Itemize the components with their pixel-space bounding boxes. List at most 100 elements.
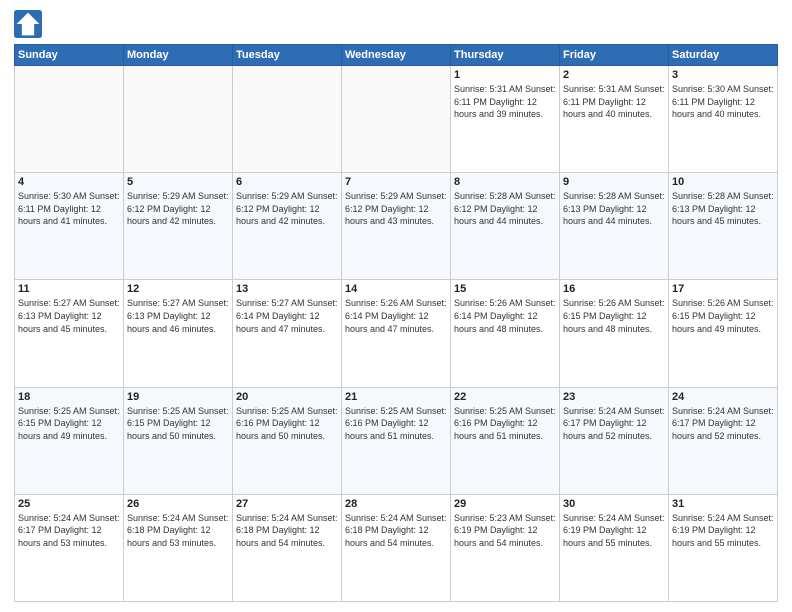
calendar-cell: 12 Sunrise: 5:27 AM Sunset: 6:13 PM Dayli… — [124, 280, 233, 387]
day-number: 18 — [18, 391, 120, 403]
calendar-cell: 11 Sunrise: 5:27 AM Sunset: 6:13 PM Dayli… — [15, 280, 124, 387]
calendar-cell: 28 Sunrise: 5:24 AM Sunset: 6:18 PM Dayli… — [342, 494, 451, 601]
day-number: 2 — [563, 69, 665, 81]
day-info: Sunrise: 5:29 AM Sunset: 6:12 PM Dayligh… — [127, 190, 229, 228]
logo-icon — [14, 10, 42, 38]
calendar-cell: 7 Sunrise: 5:29 AM Sunset: 6:12 PM Daylig… — [342, 173, 451, 280]
day-number: 30 — [563, 498, 665, 510]
calendar-cell: 27Sunrise: 5:24 AM Sunset: 6:18 PM Dayli… — [233, 494, 342, 601]
day-number: 13 — [236, 283, 338, 295]
day-number: 19 — [127, 391, 229, 403]
weekday-header-wednesday: Wednesday — [342, 45, 451, 66]
day-number: 3 — [672, 69, 774, 81]
calendar-cell: 16Sunrise: 5:26 AM Sunset: 6:15 PM Dayli… — [560, 280, 669, 387]
day-number: 14 — [345, 283, 447, 295]
day-info: Sunrise: 5:24 AM Sunset: 6:17 PM Dayligh… — [18, 512, 120, 550]
day-number: 23 — [563, 391, 665, 403]
calendar-cell: 23 Sunrise: 5:24 AM Sunset: 6:17 PM Dayli… — [560, 387, 669, 494]
calendar-cell: 18Sunrise: 5:25 AM Sunset: 6:15 PM Dayli… — [15, 387, 124, 494]
day-number: 16 — [563, 283, 665, 295]
day-info: Sunrise: 5:24 AM Sunset: 6:18 PM Dayligh… — [345, 512, 447, 550]
day-number: 20 — [236, 391, 338, 403]
calendar-cell: 13 Sunrise: 5:27 AM Sunset: 6:14 PM Dayli… — [233, 280, 342, 387]
day-info: Sunrise: 5:24 AM Sunset: 6:17 PM Dayligh… — [672, 405, 774, 443]
weekday-header-saturday: Saturday — [669, 45, 778, 66]
day-info: Sunrise: 5:28 AM Sunset: 6:13 PM Dayligh… — [672, 190, 774, 228]
calendar-cell: 4 Sunrise: 5:30 AM Sunset: 6:11 PM Daylig… — [15, 173, 124, 280]
day-info: Sunrise: 5:30 AM Sunset: 6:11 PM Dayligh… — [672, 83, 774, 121]
day-number: 29 — [454, 498, 556, 510]
day-info: Sunrise: 5:28 AM Sunset: 6:13 PM Dayligh… — [563, 190, 665, 228]
calendar-cell: 24 Sunrise: 5:24 AM Sunset: 6:17 PM Dayli… — [669, 387, 778, 494]
day-number: 31 — [672, 498, 774, 510]
weekday-header-monday: Monday — [124, 45, 233, 66]
calendar-week-row: 11 Sunrise: 5:27 AM Sunset: 6:13 PM Dayli… — [15, 280, 778, 387]
calendar-header-row: SundayMondayTuesdayWednesdayThursdayFrid… — [15, 45, 778, 66]
day-number: 21 — [345, 391, 447, 403]
calendar-week-row: 1 Sunrise: 5:31 AM Sunset: 6:11 PM Daylig… — [15, 66, 778, 173]
day-number: 6 — [236, 176, 338, 188]
day-info: Sunrise: 5:26 AM Sunset: 6:14 PM Dayligh… — [345, 297, 447, 335]
day-info: Sunrise: 5:31 AM Sunset: 6:11 PM Dayligh… — [563, 83, 665, 121]
day-info: Sunrise: 5:25 AM Sunset: 6:16 PM Dayligh… — [236, 405, 338, 443]
day-info: Sunrise: 5:30 AM Sunset: 6:11 PM Dayligh… — [18, 190, 120, 228]
calendar-cell: 14 Sunrise: 5:26 AM Sunset: 6:14 PM Dayli… — [342, 280, 451, 387]
weekday-header-friday: Friday — [560, 45, 669, 66]
day-number: 7 — [345, 176, 447, 188]
calendar-cell: 29Sunrise: 5:23 AM Sunset: 6:19 PM Dayli… — [451, 494, 560, 601]
header — [14, 10, 778, 38]
day-number: 25 — [18, 498, 120, 510]
day-number: 11 — [18, 283, 120, 295]
day-info: Sunrise: 5:27 AM Sunset: 6:13 PM Dayligh… — [18, 297, 120, 335]
calendar-cell: 9 Sunrise: 5:28 AM Sunset: 6:13 PM Daylig… — [560, 173, 669, 280]
day-number: 12 — [127, 283, 229, 295]
calendar-cell: 25 Sunrise: 5:24 AM Sunset: 6:17 PM Dayli… — [15, 494, 124, 601]
calendar-cell — [15, 66, 124, 173]
calendar-cell — [342, 66, 451, 173]
calendar-table: SundayMondayTuesdayWednesdayThursdayFrid… — [14, 44, 778, 602]
day-number: 4 — [18, 176, 120, 188]
calendar-cell: 6Sunrise: 5:29 AM Sunset: 6:12 PM Daylig… — [233, 173, 342, 280]
day-number: 9 — [563, 176, 665, 188]
day-number: 8 — [454, 176, 556, 188]
day-info: Sunrise: 5:25 AM Sunset: 6:16 PM Dayligh… — [345, 405, 447, 443]
day-number: 24 — [672, 391, 774, 403]
day-info: Sunrise: 5:24 AM Sunset: 6:17 PM Dayligh… — [563, 405, 665, 443]
calendar-cell: 2 Sunrise: 5:31 AM Sunset: 6:11 PM Daylig… — [560, 66, 669, 173]
day-info: Sunrise: 5:25 AM Sunset: 6:16 PM Dayligh… — [454, 405, 556, 443]
day-number: 5 — [127, 176, 229, 188]
day-number: 26 — [127, 498, 229, 510]
day-info: Sunrise: 5:27 AM Sunset: 6:14 PM Dayligh… — [236, 297, 338, 335]
day-info: Sunrise: 5:31 AM Sunset: 6:11 PM Dayligh… — [454, 83, 556, 121]
calendar-cell: 1 Sunrise: 5:31 AM Sunset: 6:11 PM Daylig… — [451, 66, 560, 173]
day-info: Sunrise: 5:25 AM Sunset: 6:15 PM Dayligh… — [127, 405, 229, 443]
day-number: 10 — [672, 176, 774, 188]
page: SundayMondayTuesdayWednesdayThursdayFrid… — [0, 0, 792, 612]
calendar-cell: 30 Sunrise: 5:24 AM Sunset: 6:19 PM Dayli… — [560, 494, 669, 601]
day-info: Sunrise: 5:24 AM Sunset: 6:19 PM Dayligh… — [563, 512, 665, 550]
day-number: 1 — [454, 69, 556, 81]
calendar-cell: 31 Sunrise: 5:24 AM Sunset: 6:19 PM Dayli… — [669, 494, 778, 601]
day-number: 17 — [672, 283, 774, 295]
calendar-cell: 26 Sunrise: 5:24 AM Sunset: 6:18 PM Dayli… — [124, 494, 233, 601]
calendar-week-row: 4 Sunrise: 5:30 AM Sunset: 6:11 PM Daylig… — [15, 173, 778, 280]
calendar-cell: 8Sunrise: 5:28 AM Sunset: 6:12 PM Daylig… — [451, 173, 560, 280]
day-info: Sunrise: 5:27 AM Sunset: 6:13 PM Dayligh… — [127, 297, 229, 335]
day-info: Sunrise: 5:29 AM Sunset: 6:12 PM Dayligh… — [345, 190, 447, 228]
calendar-week-row: 18 Sunrise: 5:25 AM Sunset: 6:15 PM Dayli… — [15, 387, 778, 494]
day-number: 22 — [454, 391, 556, 403]
weekday-header-tuesday: Tuesday — [233, 45, 342, 66]
calendar-cell: 20 Sunrise: 5:25 AM Sunset: 6:16 PM Dayli… — [233, 387, 342, 494]
day-number: 28 — [345, 498, 447, 510]
day-info: Sunrise: 5:24 AM Sunset: 6:18 PM Dayligh… — [127, 512, 229, 550]
day-info: Sunrise: 5:26 AM Sunset: 6:15 PM Dayligh… — [672, 297, 774, 335]
calendar-cell: 21 Sunrise: 5:25 AM Sunset: 6:16 PM Dayli… — [342, 387, 451, 494]
calendar-cell — [124, 66, 233, 173]
day-number: 27 — [236, 498, 338, 510]
logo — [14, 10, 46, 38]
calendar-cell: 19 Sunrise: 5:25 AM Sunset: 6:15 PM Dayli… — [124, 387, 233, 494]
day-info: Sunrise: 5:26 AM Sunset: 6:14 PM Dayligh… — [454, 297, 556, 335]
calendar-cell: 3 Sunrise: 5:30 AM Sunset: 6:11 PM Daylig… — [669, 66, 778, 173]
day-info: Sunrise: 5:24 AM Sunset: 6:19 PM Dayligh… — [672, 512, 774, 550]
calendar-cell: 10 Sunrise: 5:28 AM Sunset: 6:13 PM Dayli… — [669, 173, 778, 280]
